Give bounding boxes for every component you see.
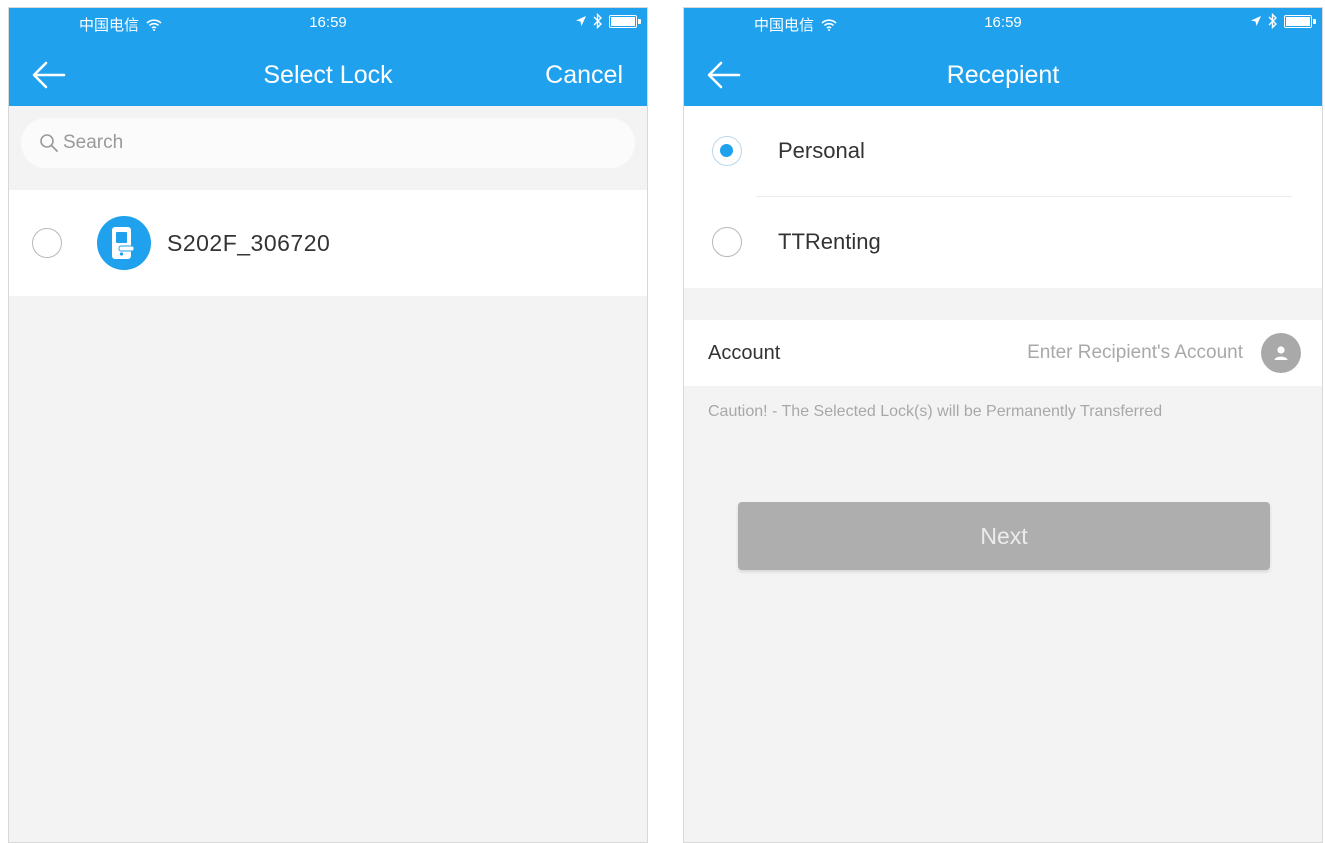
option-label: Personal	[778, 138, 865, 163]
select-lock-screen: 中国电信 16:59 Select Lock Cancel Search S20…	[8, 7, 648, 843]
page-title: Recepient	[946, 61, 1060, 89]
search-bar	[9, 106, 647, 190]
lock-radio-button[interactable]	[32, 228, 62, 258]
caution-text: Caution! - The Selected Lock(s) will be …	[708, 403, 1163, 420]
door-lock-icon	[97, 216, 151, 270]
header: 中国电信 16:59 Select Lock Cancel	[9, 8, 647, 106]
next-button[interactable]: Next	[738, 502, 1270, 570]
status-icons	[1250, 13, 1316, 29]
status-bar: 中国电信 16:59	[9, 8, 647, 44]
search-input[interactable]	[63, 132, 583, 154]
ttrenting-radio-button[interactable]	[712, 227, 742, 257]
location-arrow-icon	[576, 16, 586, 26]
account-input[interactable]	[923, 342, 1243, 364]
lock-name: S202F_306720	[167, 229, 331, 256]
battery-icon	[609, 14, 641, 28]
clock: 16:59	[309, 14, 347, 31]
search-box[interactable]	[21, 118, 635, 168]
nav-bar: Recepient	[684, 44, 1322, 106]
recipient-type-options: Personal TTRenting	[684, 106, 1322, 288]
contact-person-icon	[1274, 346, 1288, 360]
contact-picker-button[interactable]	[1261, 333, 1301, 373]
status-icons	[575, 13, 641, 29]
recipient-screen: 中国电信 16:59 Recepient Personal TTRenting …	[683, 7, 1323, 843]
status-bar: 中国电信 16:59	[684, 8, 1322, 44]
account-field-row: Account	[684, 320, 1322, 386]
option-ttrenting[interactable]: TTRenting	[684, 197, 1322, 287]
nav-bar: Select Lock Cancel	[9, 44, 647, 106]
bluetooth-icon	[1268, 13, 1277, 29]
battery-icon	[1284, 14, 1316, 28]
option-personal[interactable]: Personal	[684, 106, 1322, 196]
bluetooth-icon	[593, 13, 602, 29]
cancel-button[interactable]: Cancel	[545, 61, 623, 90]
personal-radio-button[interactable]	[712, 136, 742, 166]
header: 中国电信 16:59 Recepient	[684, 8, 1322, 106]
clock: 16:59	[984, 14, 1022, 31]
option-label: TTRenting	[778, 229, 881, 254]
account-label: Account	[708, 341, 781, 364]
location-arrow-icon	[1251, 16, 1261, 26]
search-icon	[40, 134, 58, 152]
lock-list-item[interactable]: S202F_306720	[9, 190, 647, 296]
